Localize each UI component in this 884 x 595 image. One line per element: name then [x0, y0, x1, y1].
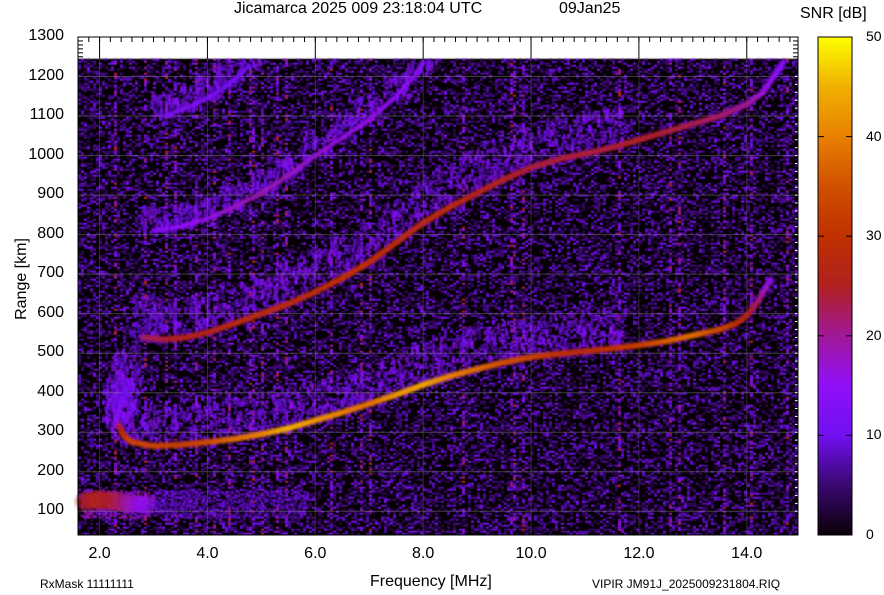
colorbar-tick-label: 30 [866, 227, 882, 244]
colorbar [817, 36, 853, 536]
colorbar-tick-label: 10 [866, 426, 882, 443]
y-tick-label: 500 [37, 343, 64, 361]
y-tick-label: 1100 [29, 106, 64, 124]
traces [74, 58, 787, 515]
x-tick-label: 2.0 [88, 545, 111, 562]
trace-3 [151, 59, 425, 233]
x-tick-label: 8.0 [412, 545, 435, 562]
x-tick-label: 14.0 [731, 545, 763, 562]
y-tick-label: 700 [37, 264, 64, 282]
trace-point [420, 59, 425, 65]
x-tick-label: 12.0 [623, 545, 655, 562]
trace-5 [74, 490, 156, 515]
trace-2 [139, 58, 787, 343]
trace-point [137, 496, 156, 515]
colorbar-tick-label: 50 [866, 28, 882, 44]
y-tick-label: 600 [37, 303, 64, 321]
colorbar-tick-label: 20 [866, 326, 882, 343]
y-tick-label: 800 [37, 224, 64, 242]
y-tick-label: 1000 [28, 145, 64, 163]
plot-border [77, 36, 799, 536]
y-tick-label: 900 [37, 185, 64, 203]
trace-0 [115, 276, 774, 450]
colorbar-tick-label: 0 [866, 526, 874, 542]
trace-point [780, 58, 787, 65]
chart-overlay [74, 36, 853, 536]
plot-frame [77, 36, 799, 536]
grid [77, 36, 798, 535]
trace-point [247, 63, 252, 68]
colorbar-tick-label: 40 [866, 127, 882, 144]
x-tick-label: 4.0 [196, 545, 219, 562]
trace-point [767, 276, 774, 283]
y-tick-label: 100 [37, 501, 64, 519]
y-tick-label: 1300 [28, 27, 64, 44]
x-tick-label: 10.0 [515, 545, 547, 562]
y-tick-label: 400 [37, 382, 64, 400]
y-tick-label: 300 [37, 422, 64, 440]
trace-4 [162, 63, 252, 119]
y-tick-label: 1200 [28, 66, 64, 84]
trace-point [123, 387, 130, 394]
ionogram: Jicamarca 2025 009 23:18:04 UTC 09Jan25 … [0, 0, 884, 595]
x-tick-label: 6.0 [304, 545, 327, 562]
y-tick-label: 200 [37, 461, 64, 479]
